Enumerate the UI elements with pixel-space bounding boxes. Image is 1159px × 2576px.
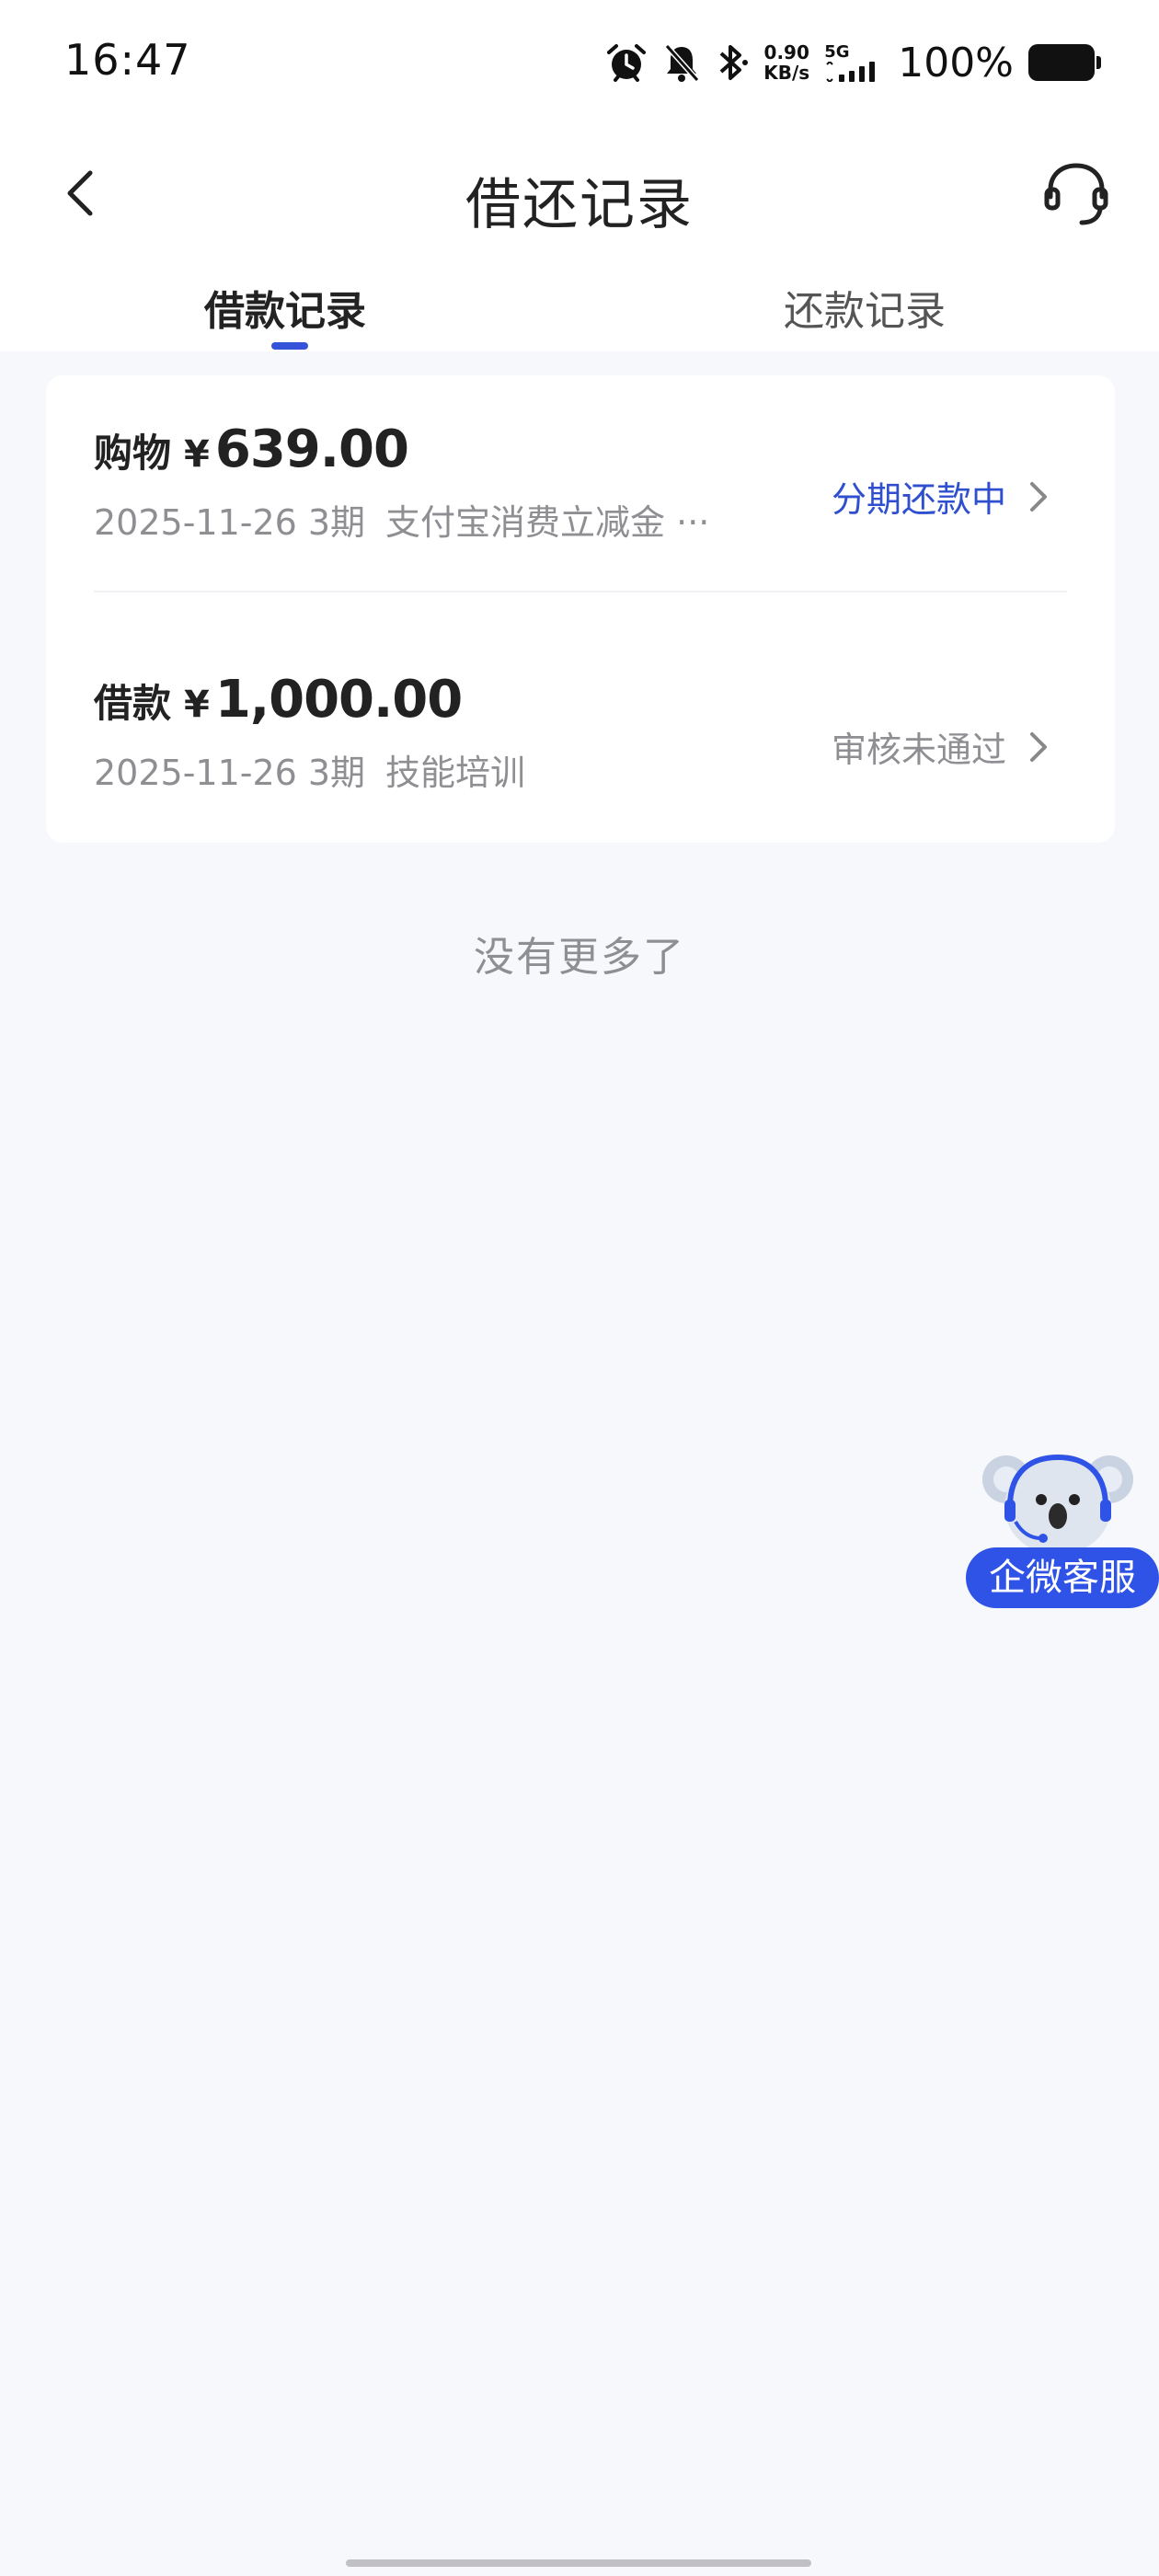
network-type: 5G xyxy=(824,43,883,82)
home-indicator[interactable] xyxy=(346,2559,811,2567)
net-speed-unit: KB/s xyxy=(763,62,810,84)
status-icons: 0.90 KB/s 5G 100% xyxy=(605,37,1101,88)
record-purpose: 技能培训 xyxy=(385,753,526,793)
record-date: 2025-11-26 xyxy=(94,753,297,793)
active-tab-indicator xyxy=(271,342,308,350)
records-card: 购物 ¥ 639.00 2025-11-26 3期 支付宝消费立减金 ··· 分期还… xyxy=(46,375,1115,843)
net-speed-value: 0.90 xyxy=(763,41,809,63)
page-title: 借还记录 xyxy=(465,173,694,237)
record-status-label: 审核未通过 xyxy=(831,730,1006,770)
mute-bell-icon xyxy=(665,44,700,82)
wecom-service-button[interactable]: 企微客服 xyxy=(966,1547,1159,1608)
headset-icon[interactable] xyxy=(1041,158,1111,228)
record-term: 3期 xyxy=(307,502,366,543)
tab-loan-records[interactable]: 借款记录 xyxy=(204,278,366,337)
record-purpose: 支付宝消费立减金 ··· xyxy=(385,502,710,543)
currency-symbol: ¥ xyxy=(184,684,210,726)
net-speed: 0.90 KB/s xyxy=(763,42,809,83)
status-time: 16:47 xyxy=(64,35,191,85)
currency-symbol: ¥ xyxy=(184,433,210,476)
record-kind: 购物 xyxy=(94,431,172,476)
battery-percent: 100% xyxy=(898,39,1014,86)
no-more-text: 没有更多了 xyxy=(474,934,685,981)
record-kind: 借款 xyxy=(94,681,172,726)
record-date: 2025-11-26 xyxy=(94,502,297,543)
network-type-label: 5G xyxy=(824,42,850,62)
record-term: 3期 xyxy=(307,753,366,793)
battery-icon xyxy=(1028,44,1101,81)
record-status[interactable]: 分期还款中 xyxy=(832,471,1050,522)
signal-icon xyxy=(826,62,876,82)
divider xyxy=(94,591,1067,592)
record-status-label: 分期还款中 xyxy=(831,479,1006,520)
chevron-right-icon xyxy=(1030,481,1047,512)
alarm-icon xyxy=(607,44,647,82)
record-row[interactable]: 购物 ¥ 639.00 2025-11-26 3期 支付宝消费立减金 ··· 分期还… xyxy=(94,420,1067,545)
bluetooth-icon xyxy=(719,45,749,80)
record-row[interactable]: 借款 ¥ 1,000.00 2025-11-26 3期 技能培训 审核未通过 xyxy=(94,670,1067,795)
chevron-right-icon xyxy=(1030,731,1047,762)
record-amount: 1,000.00 xyxy=(214,670,463,730)
record-status[interactable]: 审核未通过 xyxy=(832,721,1050,772)
record-amount: 639.00 xyxy=(214,420,409,479)
tab-repayment-records[interactable]: 还款记录 xyxy=(784,278,946,337)
